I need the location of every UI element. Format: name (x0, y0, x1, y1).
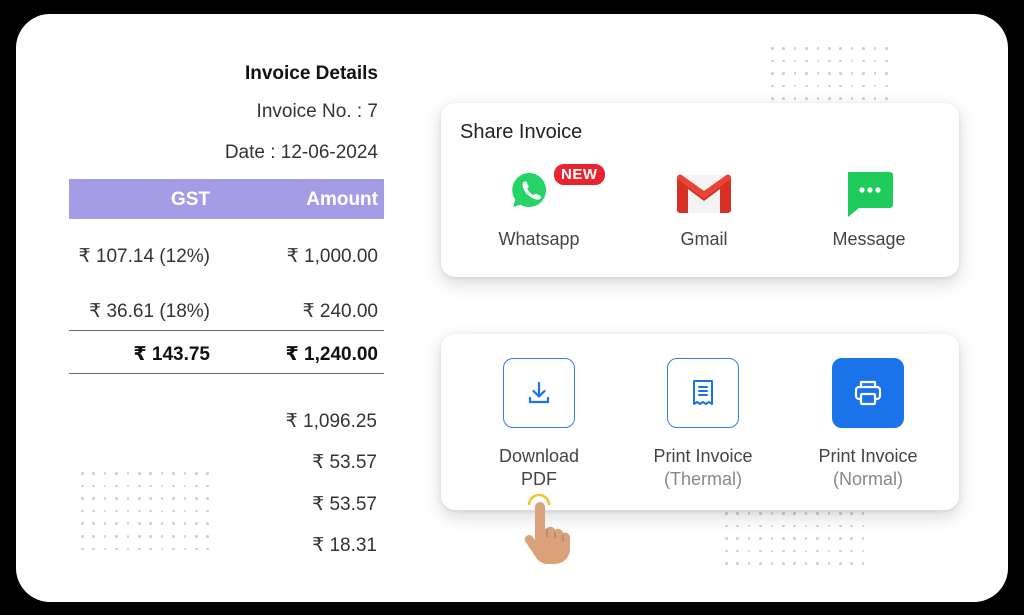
table-row: ₹ 107.14 (12%) ₹ 1,000.00 (69, 241, 384, 271)
normal-sublabel: (Normal) (833, 469, 903, 489)
row-gst: ₹ 36.61 (18%) (89, 301, 210, 322)
table-total-row: ₹ 143.75 ₹ 1,240.00 (69, 339, 384, 369)
share-whatsapp-button[interactable]: NEW Whatsapp (469, 163, 609, 250)
total-gst: ₹ 143.75 (133, 344, 210, 365)
print-options-panel: Download PDF Print Invoice (Thermal) Pri… (441, 334, 959, 510)
table-divider (69, 373, 384, 374)
share-gmail-button[interactable]: Gmail (634, 169, 774, 250)
print-normal-button[interactable]: Print Invoice (Normal) (793, 358, 943, 491)
dot-pattern-bottom (725, 512, 865, 565)
share-invoice-panel: Share Invoice NEW Whatsapp Gmail Message (441, 103, 959, 277)
header-gst: GST (170, 189, 210, 210)
share-label: Whatsapp (498, 229, 580, 249)
share-label: Message (832, 229, 906, 249)
tap-hand-icon (515, 493, 575, 570)
table-divider (69, 330, 384, 331)
summary-amount: ₹ 53.57 (312, 452, 377, 473)
row-amount: ₹ 240.00 (302, 301, 378, 322)
table-row: ₹ 36.61 (18%) ₹ 240.00 (69, 296, 384, 326)
new-badge: NEW (553, 163, 606, 186)
dot-pattern-top (771, 47, 888, 100)
summary-amount: ₹ 18.31 (312, 535, 377, 556)
share-title: Share Invoice (460, 121, 583, 143)
invoice-title: Invoice Details (244, 63, 378, 84)
printer-icon (832, 358, 904, 428)
total-amount: ₹ 1,240.00 (285, 344, 378, 365)
summary-amount: ₹ 53.57 (312, 494, 377, 515)
download-icon (503, 358, 575, 428)
receipt-icon (667, 358, 739, 428)
download-pdf-button[interactable]: Download PDF (464, 358, 614, 491)
gmail-icon (674, 169, 734, 217)
header-amount: Amount (306, 189, 378, 210)
message-icon (839, 169, 899, 217)
print-thermal-button[interactable]: Print Invoice (Thermal) (628, 358, 778, 491)
download-label: Download (498, 446, 580, 466)
download-sublabel: PDF (521, 469, 557, 489)
thermal-sublabel: (Thermal) (663, 469, 742, 489)
thermal-label: Print Invoice (653, 446, 753, 466)
share-message-button[interactable]: Message (799, 169, 939, 250)
dot-pattern-left (81, 472, 209, 551)
share-label: Gmail (680, 229, 728, 249)
invoice-date: Date : 12-06-2024 (224, 142, 378, 163)
invoice-card: Invoice Details Invoice No. : 7 Date : 1… (16, 14, 1008, 602)
normal-label: Print Invoice (818, 446, 918, 466)
row-amount: ₹ 1,000.00 (286, 246, 378, 267)
whatsapp-icon: NEW (509, 163, 606, 217)
table-header: GST Amount (69, 179, 384, 219)
invoice-number: Invoice No. : 7 (256, 101, 378, 122)
summary-amount: ₹ 1,096.25 (285, 411, 377, 432)
row-gst: ₹ 107.14 (12%) (78, 246, 210, 267)
